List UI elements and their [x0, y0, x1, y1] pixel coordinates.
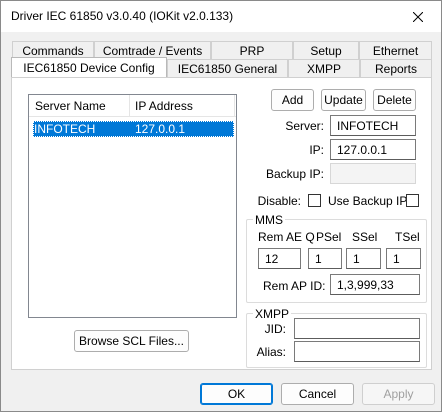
update-button[interactable]: Update: [321, 89, 366, 111]
dialog-window: Driver IEC 61850 v3.0.40 (IOKit v2.0.133…: [0, 0, 442, 412]
server-list[interactable]: Server Name IP Address INFOTECH 127.0.0.…: [28, 94, 237, 318]
column-header-ip-address[interactable]: IP Address: [135, 99, 193, 113]
backup-ip-label: Backup IP:: [265, 167, 324, 181]
xmpp-group-title: XMPP: [253, 307, 292, 321]
column-header-server-name[interactable]: Server Name: [35, 99, 106, 113]
add-button[interactable]: Add: [271, 89, 314, 111]
use-backup-ip-label[interactable]: Use Backup IP:: [328, 194, 411, 208]
cancel-button[interactable]: Cancel: [281, 383, 354, 405]
rem-ae-q-label: Rem AE Q: [258, 230, 315, 244]
ip-input[interactable]: 127.0.0.1: [330, 139, 416, 160]
disable-checkbox[interactable]: [308, 194, 321, 207]
ip-label: IP:: [309, 143, 324, 157]
close-button[interactable]: [395, 1, 441, 32]
psel-input[interactable]: 1: [308, 248, 342, 269]
rem-ap-id-label: Rem AP ID:: [263, 279, 326, 293]
rem-ae-q-input[interactable]: 12: [258, 248, 301, 269]
ssel-label: SSel: [352, 230, 378, 244]
tab-setup[interactable]: Setup: [293, 41, 359, 59]
ip-address-cell: 127.0.0.1: [135, 122, 186, 136]
tab-ethernet[interactable]: Ethernet: [359, 41, 432, 59]
alias-label: Alias:: [256, 345, 286, 359]
column-divider[interactable]: [234, 95, 235, 117]
rem-ap-id-input[interactable]: 1,3,999,33: [330, 274, 420, 295]
list-header: Server Name IP Address: [29, 95, 236, 117]
tab-iec61850-general[interactable]: IEC61850 General: [167, 59, 288, 77]
apply-button: Apply: [362, 383, 435, 405]
jid-input[interactable]: [294, 318, 420, 339]
browse-scl-files-button[interactable]: Browse SCL Files...: [74, 330, 189, 352]
ok-button[interactable]: OK: [200, 383, 273, 405]
close-icon: [413, 11, 423, 22]
tab-iec61850-device-config[interactable]: IEC61850 Device Config: [11, 57, 167, 77]
server-label: Server:: [285, 119, 324, 133]
server-name-cell: INFOTECH: [34, 122, 96, 136]
backup-ip-input: [330, 163, 416, 184]
psel-label: PSel: [316, 230, 342, 244]
disable-label: Disable:: [257, 194, 301, 208]
delete-button[interactable]: Delete: [373, 89, 416, 111]
title-bar[interactable]: Driver IEC 61850 v3.0.40 (IOKit v2.0.133…: [1, 1, 441, 32]
column-divider[interactable]: [129, 95, 130, 117]
ssel-input[interactable]: 1: [346, 248, 381, 269]
use-backup-ip-checkbox[interactable]: [406, 194, 419, 207]
tsel-input[interactable]: 1: [386, 248, 421, 269]
mms-group-title: MMS: [253, 213, 285, 227]
server-input[interactable]: INFOTECH: [330, 115, 416, 136]
alias-input[interactable]: [294, 341, 420, 362]
window-title: Driver IEC 61850 v3.0.40 (IOKit v2.0.133…: [11, 9, 234, 23]
list-item-selected[interactable]: INFOTECH 127.0.0.1: [33, 121, 234, 137]
tab-prp[interactable]: PRP: [211, 41, 293, 59]
tab-xmpp[interactable]: XMPP: [288, 59, 360, 77]
tab-reports[interactable]: Reports: [360, 59, 432, 77]
tab-strip: Commands Comtrade / Events PRP Setup Eth…: [11, 41, 432, 77]
jid-label: JID:: [264, 322, 286, 336]
tsel-label: TSel: [395, 230, 420, 244]
